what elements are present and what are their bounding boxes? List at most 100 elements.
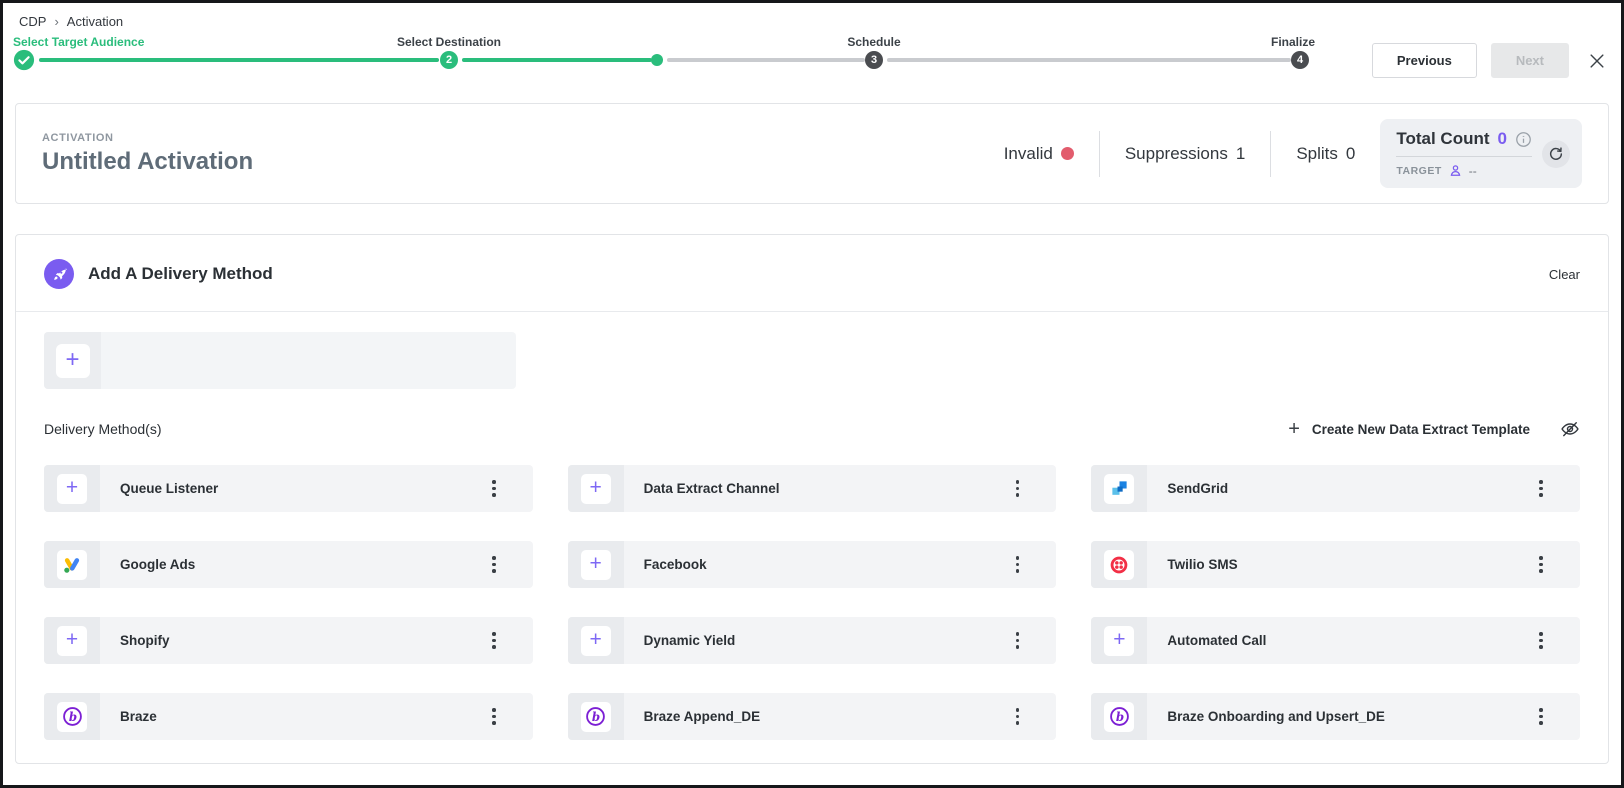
- delivery-header: Add A Delivery Method Clear: [44, 259, 1580, 289]
- stepper-actions: Previous Next: [1362, 43, 1607, 78]
- total-count-box: Total Count 0 TARGET --: [1380, 119, 1582, 188]
- braze-logo: b: [1104, 702, 1134, 732]
- delivery-method-name: Queue Listener: [120, 481, 218, 496]
- kebab-menu-icon[interactable]: [1535, 476, 1547, 501]
- tile-icon-zone: +: [44, 465, 100, 512]
- close-icon[interactable]: [1587, 51, 1607, 71]
- delivery-method-name: Automated Call: [1167, 633, 1266, 648]
- kebab-menu-icon[interactable]: [1012, 552, 1024, 577]
- step-number: 3: [871, 54, 877, 66]
- splits-value: 0: [1346, 144, 1355, 164]
- kebab-menu-icon[interactable]: [1012, 476, 1024, 501]
- plus-icon: +: [581, 550, 611, 580]
- tile-icon-zone: +: [44, 617, 100, 664]
- delivery-method-name: SendGrid: [1167, 481, 1228, 496]
- delivery-method-tile[interactable]: b Braze: [44, 693, 533, 740]
- delivery-method-name: Braze: [120, 709, 157, 724]
- breadcrumb-current: Activation: [67, 14, 123, 29]
- tile-icon-zone: +: [568, 465, 624, 512]
- step-circle-finalize[interactable]: 4: [1291, 51, 1309, 69]
- plus-icon: +: [57, 474, 87, 504]
- tile-icon-zone: [1091, 465, 1147, 512]
- delivery-method-tile[interactable]: + Queue Listener: [44, 465, 533, 512]
- plus-icon: +: [581, 474, 611, 504]
- tile-icon-zone: +: [1091, 617, 1147, 664]
- kebab-menu-icon[interactable]: [1012, 628, 1024, 653]
- delivery-method-tile[interactable]: b Braze Append_DE: [568, 693, 1057, 740]
- breadcrumb-root[interactable]: CDP: [19, 14, 46, 29]
- tile-icon-zone: +: [568, 617, 624, 664]
- delivery-method-tile[interactable]: + Automated Call: [1091, 617, 1580, 664]
- clear-button[interactable]: Clear: [1549, 267, 1580, 282]
- delivery-method-tile[interactable]: Google Ads: [44, 541, 533, 588]
- kebab-menu-icon[interactable]: [1535, 704, 1547, 729]
- eye-off-icon[interactable]: [1560, 419, 1580, 439]
- tile-icon-zone: [1091, 541, 1147, 588]
- tile-icon-zone: b: [44, 693, 100, 740]
- delivery-method-tile[interactable]: + Shopify: [44, 617, 533, 664]
- step-label-select-destination[interactable]: Select Destination: [397, 35, 501, 49]
- delivery-method-name: Google Ads: [120, 557, 195, 572]
- delivery-method-name: Shopify: [120, 633, 170, 648]
- plus-icon: +: [1288, 419, 1300, 439]
- splits-stat[interactable]: Splits 0: [1296, 144, 1355, 164]
- delivery-method-tile[interactable]: + Facebook: [568, 541, 1057, 588]
- divider: [16, 311, 1608, 312]
- person-icon: [1448, 163, 1463, 178]
- step-circle-schedule[interactable]: 3: [865, 51, 883, 69]
- step-label-finalize[interactable]: Finalize: [1271, 35, 1315, 49]
- braze-logo: b: [581, 702, 611, 732]
- delivery-methods-label: Delivery Method(s): [44, 421, 161, 437]
- create-data-extract-template-button[interactable]: + Create New Data Extract Template: [1288, 419, 1530, 439]
- delivery-method-card: Add A Delivery Method Clear + Delivery M…: [15, 234, 1609, 764]
- kebab-menu-icon[interactable]: [488, 552, 500, 577]
- suppressions-stat[interactable]: Suppressions 1: [1125, 144, 1245, 164]
- add-delivery-method-slot[interactable]: +: [44, 332, 516, 389]
- svg-text:b: b: [592, 710, 600, 724]
- activation-header: ACTIVATION Untitled Activation: [42, 132, 1004, 176]
- step-number: 2: [446, 54, 452, 66]
- methods-header: Delivery Method(s) + Create New Data Ext…: [44, 419, 1580, 439]
- delivery-method-name: Braze Onboarding and Upsert_DE: [1167, 709, 1385, 724]
- stepper: Select Target Audience 2 Select Destinat…: [3, 31, 1621, 81]
- divider: [1099, 131, 1100, 177]
- activation-eyebrow: ACTIVATION: [42, 132, 1004, 144]
- add-slot-icon-zone: +: [44, 332, 101, 389]
- braze-logo: b: [57, 702, 87, 732]
- google-ads-logo: [57, 550, 87, 580]
- delivery-method-tile[interactable]: + Dynamic Yield: [568, 617, 1057, 664]
- info-icon[interactable]: [1515, 131, 1532, 148]
- delivery-method-tile[interactable]: SendGrid: [1091, 465, 1580, 512]
- delivery-method-name: Data Extract Channel: [644, 481, 780, 496]
- next-button[interactable]: Next: [1491, 43, 1569, 78]
- activation-stats: Invalid Suppressions 1 Splits 0 Total Co…: [1004, 119, 1582, 188]
- kebab-menu-icon[interactable]: [488, 476, 500, 501]
- previous-button[interactable]: Previous: [1372, 43, 1477, 78]
- breadcrumb: CDP › Activation: [3, 3, 1621, 29]
- delivery-method-tile[interactable]: b Braze Onboarding and Upsert_DE: [1091, 693, 1580, 740]
- suppressions-label: Suppressions: [1125, 144, 1228, 164]
- create-template-label: Create New Data Extract Template: [1312, 422, 1530, 437]
- total-count-value: 0: [1498, 129, 1507, 149]
- status-badge: Invalid: [1004, 144, 1074, 164]
- step-circle-select-destination[interactable]: 2: [440, 51, 458, 69]
- step-line-4: [887, 58, 1291, 62]
- plus-icon: +: [57, 626, 87, 656]
- plus-icon: +: [581, 626, 611, 656]
- kebab-menu-icon[interactable]: [1012, 704, 1024, 729]
- delivery-method-tile[interactable]: Twilio SMS: [1091, 541, 1580, 588]
- step-label-schedule[interactable]: Schedule: [847, 35, 900, 49]
- activation-summary-card: ACTIVATION Untitled Activation Invalid S…: [15, 103, 1609, 204]
- stepper-progress-dot[interactable]: [651, 54, 663, 66]
- status-dot-icon: [1061, 147, 1074, 160]
- step-complete-check-icon[interactable]: [13, 49, 35, 71]
- delivery-method-tile[interactable]: + Data Extract Channel: [568, 465, 1057, 512]
- step-line-3: [667, 58, 865, 62]
- kebab-menu-icon[interactable]: [1535, 552, 1547, 577]
- kebab-menu-icon[interactable]: [1535, 628, 1547, 653]
- kebab-menu-icon[interactable]: [488, 704, 500, 729]
- step-label-select-target-audience[interactable]: Select Target Audience: [13, 35, 144, 49]
- divider: [1270, 131, 1271, 177]
- kebab-menu-icon[interactable]: [488, 628, 500, 653]
- refresh-icon[interactable]: [1542, 140, 1570, 168]
